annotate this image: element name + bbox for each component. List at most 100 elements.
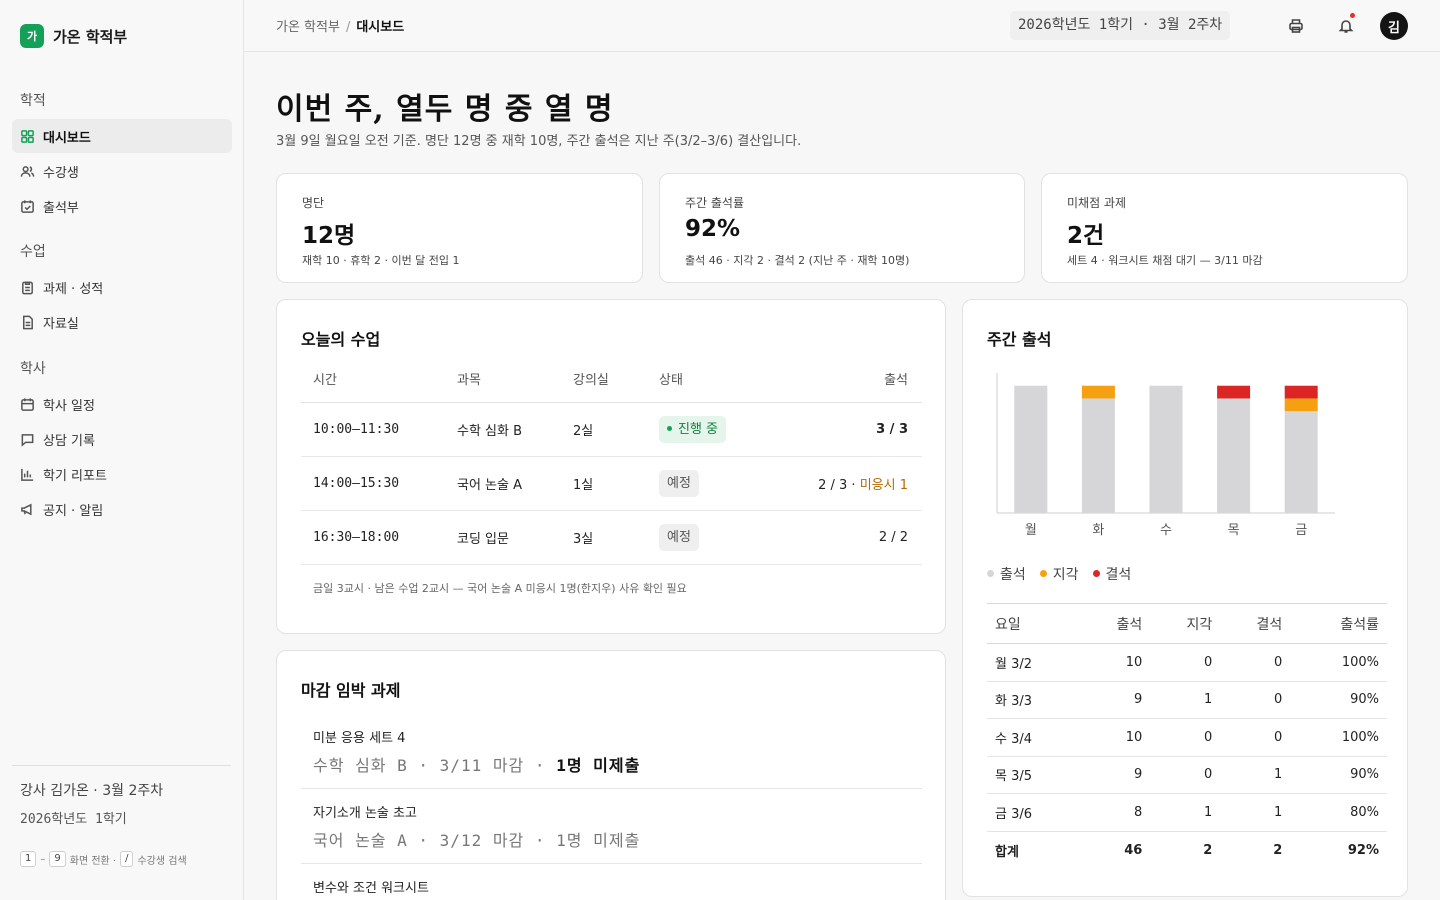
term-selector[interactable]: 2026학년도 1학기 · 3월 2주차 bbox=[1010, 11, 1231, 40]
column-header: 출석률 bbox=[1290, 603, 1387, 644]
cell-absent: 1 bbox=[1220, 756, 1291, 794]
stat-card-ungraded[interactable]: 미채점 과제 2건 세트 4 · 워크시트 채점 대기 — 3/11 마감 bbox=[1041, 173, 1408, 283]
list-item[interactable]: 변수와 조건 워크시트 bbox=[301, 877, 922, 900]
column-header: 과목 bbox=[445, 356, 561, 403]
column-header: 출석 bbox=[767, 356, 922, 403]
stat-detail: 세트 4 · 워크시트 채점 대기 — 3/11 마감 bbox=[1067, 254, 1263, 267]
class-status: 예정 bbox=[647, 456, 767, 511]
classes-table: 시간 과목 강의실 상태 출석 10:00–11:30 수학 심화 B 2실 진… bbox=[301, 356, 922, 565]
card-title: 오늘의 수업 bbox=[301, 330, 381, 349]
brand-logo: 가 bbox=[20, 24, 44, 48]
breadcrumb-root[interactable]: 가온 학적부 bbox=[276, 20, 340, 35]
class-room: 1실 bbox=[561, 456, 647, 511]
key-slash: / bbox=[120, 851, 134, 867]
clipboard-icon bbox=[22, 281, 33, 294]
class-subject: 코딩 입문 bbox=[445, 510, 561, 565]
breadcrumb-current: 대시보드 bbox=[356, 20, 405, 35]
sidebar-item-counseling[interactable]: 상담 기록 bbox=[12, 422, 232, 456]
cell-late: 0 bbox=[1150, 718, 1221, 757]
deadlines-card: 마감 임박 과제 미분 응용 세트 4 수학 심화 B · 3/11 마감 · … bbox=[276, 650, 946, 900]
assignment-meta-text: 수학 심화 B · 3/11 마감 · bbox=[313, 756, 546, 775]
bar-present bbox=[1081, 398, 1115, 513]
weekly-attendance-chart: 월화수목금 bbox=[996, 373, 1335, 538]
table-row[interactable]: 10:00–11:30 수학 심화 B 2실 진행 중 3 / 3 bbox=[301, 402, 922, 457]
sidebar-item-label: 상담 기록 bbox=[43, 433, 95, 449]
list-item[interactable]: 자기소개 논술 초고 국어 논술 A · 3/12 마감 · 1명 미제출 bbox=[301, 802, 922, 864]
table-row[interactable]: 금 3/6 8 1 1 80% bbox=[987, 793, 1387, 832]
sidebar-item-report[interactable]: 학기 리포트 bbox=[12, 457, 232, 491]
column-header: 출석 bbox=[1080, 603, 1151, 644]
sidebar-item-label: 공지 · 알림 bbox=[43, 503, 104, 519]
cell-absent: 0 bbox=[1220, 718, 1291, 757]
stat-detail: 재학 10 · 휴학 2 · 이번 달 전입 1 bbox=[302, 254, 460, 267]
cell-present: 9 bbox=[1080, 756, 1151, 794]
legend-present: 출석 bbox=[987, 564, 1026, 584]
table-row[interactable]: 14:00–15:30 국어 논술 A 1실 예정 2 / 3 · 미응시 1 bbox=[301, 456, 922, 511]
sidebar-item-label: 학기 리포트 bbox=[43, 468, 107, 484]
bar-present bbox=[1284, 411, 1318, 513]
cell-late: 0 bbox=[1150, 643, 1221, 682]
key-9: 9 bbox=[49, 851, 66, 867]
assignment-name: 변수와 조건 워크시트 bbox=[313, 881, 429, 896]
table-row[interactable]: 월 3/2 10 0 0 100% bbox=[987, 643, 1387, 682]
legend-late: 지각 bbox=[1040, 564, 1079, 584]
stat-card-roster[interactable]: 명단 12명 재학 10 · 휴학 2 · 이번 달 전입 1 bbox=[276, 173, 643, 283]
stat-value: 92% bbox=[685, 216, 741, 242]
legend-absent: 결석 bbox=[1093, 564, 1132, 584]
stat-label: 명단 bbox=[302, 196, 325, 210]
sidebar-item-calendar[interactable]: 학사 일정 bbox=[12, 387, 232, 421]
sidebar-item-dashboard[interactable]: 대시보드 bbox=[12, 119, 232, 153]
stat-value: 12명 bbox=[302, 223, 356, 249]
nav-group-classes: 수업 과제 · 성적 자료실 bbox=[12, 240, 232, 340]
breadcrumb-separator: / bbox=[345, 20, 351, 35]
table-header-row: 요일 출석 지각 결석 출석률 bbox=[987, 603, 1387, 644]
topbar: 가온 학적부 / 대시보드 2026학년도 1학기 · 3월 2주차 김 bbox=[244, 0, 1440, 52]
x-tick-label: 수 bbox=[1160, 523, 1172, 538]
brand-name: 가온 학적부 bbox=[53, 27, 128, 46]
search-hint: 수강생 검색 bbox=[137, 855, 187, 867]
class-time: 10:00–11:30 bbox=[301, 402, 445, 457]
sidebar-item-notices[interactable]: 공지 · 알림 bbox=[12, 492, 232, 526]
cell-day: 합계 bbox=[995, 844, 1019, 860]
stat-label: 미채점 과제 bbox=[1067, 196, 1127, 210]
cell-absent: 0 bbox=[1220, 643, 1291, 682]
sidebar-item-assignments[interactable]: 과제 · 성적 bbox=[12, 270, 232, 304]
stat-value: 2건 bbox=[1067, 223, 1105, 249]
nav-group-title: 학사 bbox=[20, 361, 46, 377]
sidebar-item-attendance[interactable]: 출석부 bbox=[12, 189, 232, 223]
cell-late: 2 bbox=[1203, 842, 1213, 858]
table-row[interactable]: 화 3/3 9 1 0 90% bbox=[987, 681, 1387, 719]
breadcrumb: 가온 학적부 / 대시보드 bbox=[276, 16, 404, 35]
table-row[interactable]: 수 3/4 10 0 0 100% bbox=[987, 718, 1387, 757]
cell-rate: 92% bbox=[1347, 842, 1379, 858]
status-badge: 예정 bbox=[659, 469, 699, 497]
list-item[interactable]: 미분 응용 세트 4 수학 심화 B · 3/11 마감 · 1명 미제출 bbox=[301, 727, 922, 789]
column-header: 결석 bbox=[1220, 603, 1291, 644]
cell-present: 10 bbox=[1080, 718, 1151, 757]
page-subtitle: 3월 9일 월요일 오전 기준. 명단 12명 중 재학 10명, 주간 출석은… bbox=[276, 134, 802, 149]
sidebar-item-students[interactable]: 수강생 bbox=[12, 154, 232, 188]
key-1: 1 bbox=[20, 851, 37, 867]
assignment-name: 자기소개 논술 초고 bbox=[313, 806, 417, 821]
stat-card-attendance[interactable]: 주간 출석률 92% 출석 46 · 지각 2 · 결석 2 (지난 주 · 재… bbox=[659, 173, 1025, 283]
printer-icon bbox=[1289, 19, 1303, 33]
assignment-meta: 수학 심화 B · 3/11 마감 · 1명 미제출 bbox=[313, 752, 922, 776]
class-time: 14:00–15:30 bbox=[301, 456, 445, 511]
table-row[interactable]: 목 3/5 9 0 1 90% bbox=[987, 756, 1387, 794]
shortcut-hints: 1 – 9 화면 전환 · / 수강생 검색 bbox=[20, 851, 223, 867]
brand[interactable]: 가 가온 학적부 bbox=[20, 24, 127, 48]
class-attendance: 2 / 2 bbox=[767, 510, 922, 565]
cell-late: 1 bbox=[1150, 793, 1221, 832]
key-range-separator: – bbox=[40, 853, 46, 865]
print-button[interactable] bbox=[1286, 16, 1306, 36]
table-row[interactable]: 16:30–18:00 코딩 입문 3실 예정 2 / 2 bbox=[301, 510, 922, 565]
sidebar-item-materials[interactable]: 자료실 bbox=[12, 305, 232, 339]
weekly-table: 요일 출석 지각 결석 출석률 월 3/2 10 0 0 100% 화 3/3 9 1 0 90… bbox=[987, 603, 1387, 869]
avatar[interactable]: 김 bbox=[1380, 12, 1408, 40]
column-header: 강의실 bbox=[561, 356, 647, 403]
class-status: 예정 bbox=[647, 510, 767, 565]
file-icon bbox=[23, 315, 33, 329]
cell-rate: 100% bbox=[1290, 643, 1387, 682]
status-badge: 진행 중 bbox=[659, 415, 727, 443]
notification-button[interactable] bbox=[1336, 13, 1356, 36]
